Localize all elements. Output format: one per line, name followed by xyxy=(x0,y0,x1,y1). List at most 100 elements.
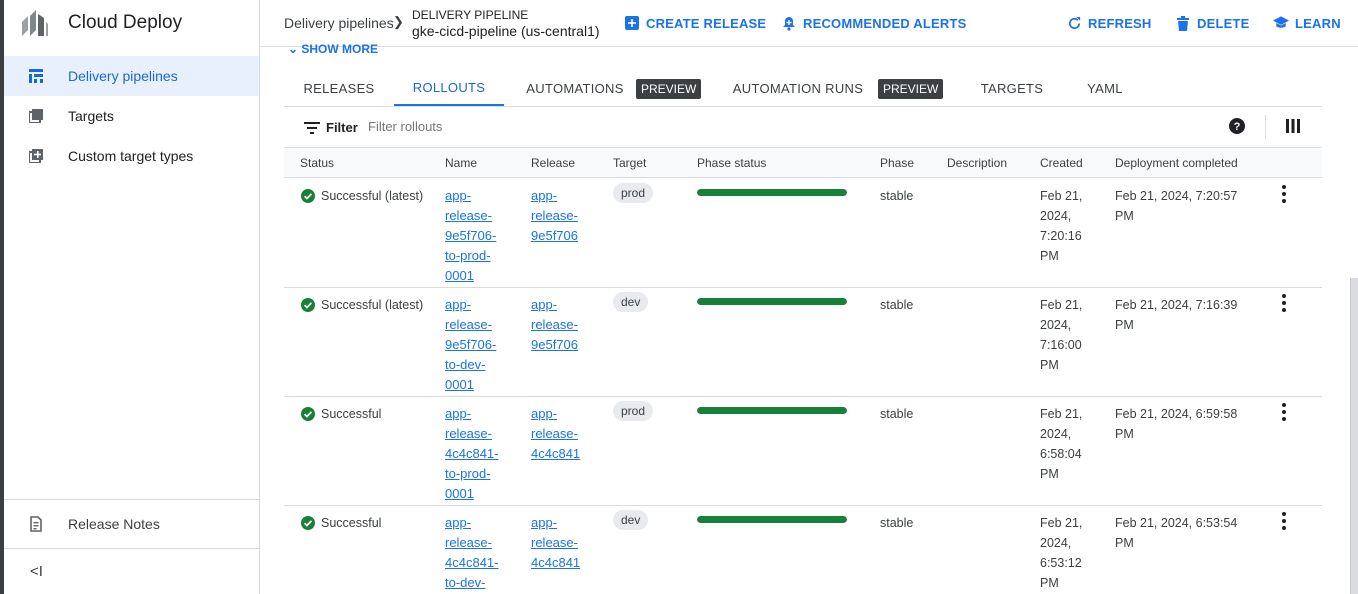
release-link[interactable]: app-release- 9e5f706 xyxy=(531,295,578,355)
created-line: 2024, xyxy=(1040,318,1072,332)
created-line: Feb 21, xyxy=(1040,516,1083,530)
phase-cell: stable xyxy=(880,298,914,312)
filter-rollouts-input[interactable] xyxy=(368,119,668,134)
sidebar-item-targets[interactable]: Targets xyxy=(4,96,259,136)
tab-rollouts[interactable]: ROLLOUTS xyxy=(394,70,504,106)
rollout-name-link[interactable]: app-release- 4c4c841- to-dev- xyxy=(445,513,498,593)
name-line: to-dev- xyxy=(445,357,486,372)
preview-badge: PREVIEW xyxy=(636,79,702,99)
name-line: 4c4c841- xyxy=(445,555,499,570)
delete-button[interactable]: DELETE xyxy=(1175,15,1249,31)
pipeline-icon xyxy=(28,68,44,84)
collapse-sidebar-button[interactable]: <I xyxy=(4,548,259,594)
sidebar-item-label: Custom target types xyxy=(68,148,194,164)
more-actions-icon[interactable] xyxy=(1276,294,1292,312)
rollout-name-link[interactable]: app-release- 9e5f706- to-dev- 0001 xyxy=(445,295,496,395)
phase-status-progress-bar xyxy=(697,407,847,414)
pipeline-kicker: DELIVERY PIPELINE xyxy=(412,8,529,22)
name-line: 9e5f706- xyxy=(445,337,497,352)
created-line: 6:58:04 xyxy=(1040,447,1082,461)
bell-icon xyxy=(781,15,797,31)
create-release-label: CREATE RELEASE xyxy=(646,15,767,31)
status-cell: Successful (latest) xyxy=(301,295,423,315)
name-line: app- xyxy=(445,406,472,421)
filter-bar: Filter ? xyxy=(284,107,1322,148)
column-header-created[interactable]: Created xyxy=(1040,156,1083,170)
name-line: app- xyxy=(445,515,472,530)
progress-fill xyxy=(697,407,847,414)
rollout-name-link[interactable]: app-release- 9e5f706- to-prod- 0001 xyxy=(445,186,496,286)
tab-targets[interactable]: TARGETS xyxy=(954,70,1070,106)
column-header-deployment-completed[interactable]: Deployment completed xyxy=(1115,156,1238,170)
help-icon[interactable]: ? xyxy=(1229,118,1245,134)
column-header-phase-status[interactable]: Phase status xyxy=(697,156,766,170)
release-line: 9e5f706 xyxy=(531,337,578,352)
rollout-name-link[interactable]: app-release- 4c4c841- to-prod- 0001 xyxy=(445,404,498,504)
recommended-alerts-button[interactable]: RECOMMENDED ALERTS xyxy=(781,15,966,31)
release-line: app- xyxy=(531,297,558,312)
tab-releases[interactable]: RELEASES xyxy=(284,70,394,106)
progress-fill xyxy=(697,516,847,523)
created-line: Feb 21, xyxy=(1040,189,1083,203)
status-text: Successful xyxy=(321,407,382,421)
breadcrumb-delivery-pipelines[interactable]: Delivery pipelines xyxy=(284,15,394,31)
release-notes-label: Release Notes xyxy=(68,516,160,532)
release-line: app- xyxy=(531,188,558,203)
release-link[interactable]: app-release- 9e5f706 xyxy=(531,186,578,246)
column-display-icon[interactable] xyxy=(1286,119,1300,133)
check-circle-icon xyxy=(301,298,315,312)
refresh-label: REFRESH xyxy=(1088,15,1152,31)
progress-fill xyxy=(697,189,847,196)
column-header-target[interactable]: Target xyxy=(613,156,646,170)
status-text: Successful (latest) xyxy=(321,298,424,312)
create-release-button[interactable]: CREATE RELEASE xyxy=(624,15,766,31)
tab-automation-runs[interactable]: AUTOMATION RUNS xyxy=(716,70,880,106)
more-actions-icon[interactable] xyxy=(1276,403,1292,421)
scrollbar-thumb[interactable] xyxy=(1350,278,1358,594)
tab-yaml[interactable]: YAML xyxy=(1070,70,1140,106)
release-link[interactable]: app-release- 4c4c841 xyxy=(531,404,580,464)
created-line: 6:53:12 xyxy=(1040,556,1082,570)
phase-cell: stable xyxy=(880,407,914,421)
cloud-deploy-logo-icon xyxy=(22,10,48,36)
created-line: 7:20:16 xyxy=(1040,229,1082,243)
refresh-button[interactable]: REFRESH xyxy=(1066,15,1152,31)
name-line: 9e5f706- xyxy=(445,228,497,243)
column-header-description[interactable]: Description xyxy=(947,156,1007,170)
column-header-status[interactable]: Status xyxy=(300,156,334,170)
name-line: to-prod- xyxy=(445,466,491,481)
target-chip: prod xyxy=(613,183,654,203)
filter-button[interactable]: Filter xyxy=(304,120,358,135)
sidebar-item-custom-target-types[interactable]: Custom target types xyxy=(4,136,259,176)
status-text: Successful xyxy=(321,516,382,530)
release-line: app- xyxy=(531,515,558,530)
learn-button[interactable]: LEARN xyxy=(1273,15,1341,31)
release-link[interactable]: app-release- 4c4c841 xyxy=(531,513,580,573)
tab-automations[interactable]: AUTOMATIONS xyxy=(504,70,646,106)
more-actions-icon[interactable] xyxy=(1276,512,1292,530)
release-line: release- xyxy=(531,208,578,223)
name-line: release- xyxy=(445,426,492,441)
main-content: ⌄ SHOW MORE RELEASES ROLLOUTS AUTOMATION… xyxy=(260,42,1358,594)
created-line: 2024, xyxy=(1040,209,1072,223)
status-cell: Successful (latest) xyxy=(301,186,423,206)
app-brand[interactable]: Cloud Deploy xyxy=(4,0,259,46)
phase-cell: stable xyxy=(880,516,914,530)
collapse-icon: <I xyxy=(30,563,43,580)
status-text: Successful (latest) xyxy=(321,189,424,203)
more-actions-icon[interactable] xyxy=(1276,185,1292,203)
show-more-button[interactable]: ⌄ SHOW MORE xyxy=(288,42,378,53)
column-header-release[interactable]: Release xyxy=(531,156,575,170)
name-line: 0001 xyxy=(445,486,474,501)
name-line: release- xyxy=(445,535,492,550)
sidebar-item-delivery-pipelines[interactable]: Delivery pipelines xyxy=(4,56,259,96)
completed-cell: Feb 21, 2024, 6:59:58 PM xyxy=(1115,404,1237,444)
column-header-name[interactable]: Name xyxy=(445,156,477,170)
completed-line: Feb 21, 2024, 6:59:58 xyxy=(1115,407,1238,421)
app-title: Cloud Deploy xyxy=(68,12,183,33)
release-line: release- xyxy=(531,535,578,550)
phase-status-progress-bar xyxy=(697,516,847,523)
column-header-phase[interactable]: Phase xyxy=(880,156,914,170)
release-notes-link[interactable]: Release Notes xyxy=(4,500,259,548)
tab-bar: RELEASES ROLLOUTS AUTOMATIONS AUTOMATION… xyxy=(284,70,1322,107)
